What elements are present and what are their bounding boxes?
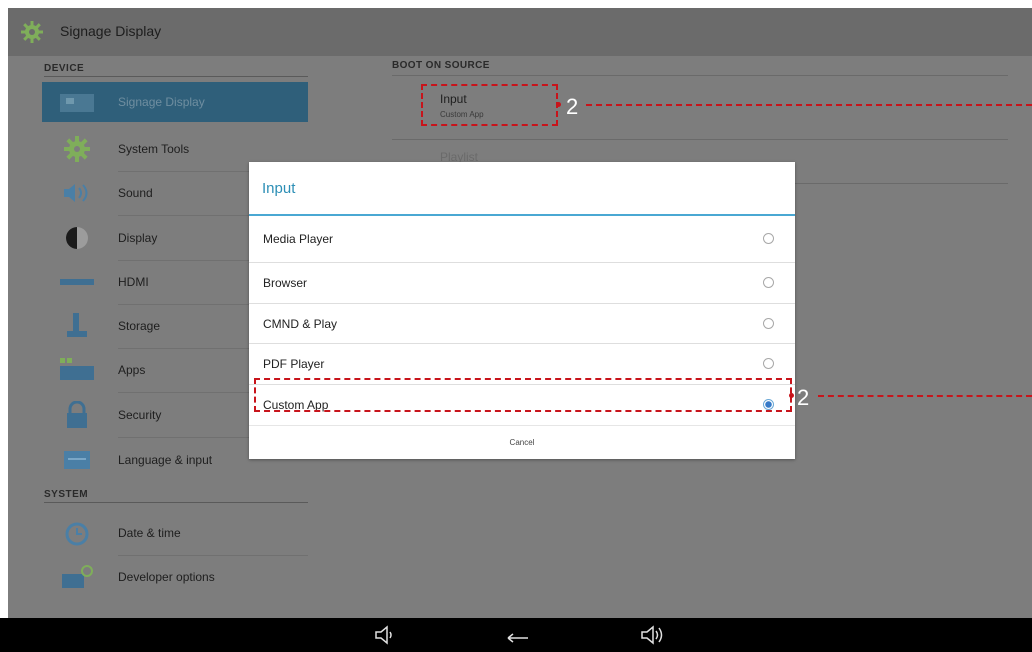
- annotation-leader-line: [818, 395, 1032, 397]
- divider: [44, 502, 308, 503]
- gear-icon: [21, 21, 43, 43]
- divider: [249, 214, 795, 216]
- contrast-icon: [66, 227, 88, 249]
- volume-down-icon[interactable]: [374, 625, 396, 645]
- clock-icon: [65, 522, 89, 546]
- sidebar-item-label: Apps: [118, 363, 146, 377]
- option-label: Browser: [263, 276, 308, 290]
- divider: [392, 75, 1008, 76]
- annotation-dot: [789, 393, 794, 398]
- sidebar-item-label: Developer options: [118, 570, 215, 584]
- annotation-number: 2: [797, 385, 810, 410]
- sidebar-item-label: Language & input: [118, 453, 213, 467]
- sidebar-item-label: Security: [118, 408, 162, 422]
- radio-button[interactable]: [763, 277, 774, 288]
- storage-icon: [67, 313, 87, 337]
- radio-button[interactable]: [763, 358, 774, 369]
- hdmi-icon: [60, 279, 94, 285]
- option-label: PDF Player: [263, 357, 325, 371]
- sidebar-item-label: Date & time: [118, 526, 181, 540]
- option-label: CMND & Play: [263, 317, 338, 331]
- annotation-leader-line: [586, 104, 1032, 106]
- sidebar-item-developer-options[interactable]: Developer options: [42, 557, 308, 597]
- section-header-device: DEVICE: [44, 63, 85, 74]
- annotation-number: 2: [566, 94, 579, 119]
- sidebar-item-label: Sound: [118, 186, 153, 200]
- option-cmnd-play[interactable]: CMND & Play: [249, 304, 795, 344]
- divider: [392, 139, 1008, 140]
- option-browser[interactable]: Browser: [249, 263, 795, 303]
- dialog-title: Input: [262, 180, 296, 197]
- action-bar: Signage Display: [8, 8, 1032, 56]
- sidebar-item-label: Display: [118, 231, 158, 245]
- option-label: Media Player: [263, 232, 334, 246]
- sidebar-item-signage-display[interactable]: Signage Display: [42, 82, 308, 122]
- system-navigation-bar: [0, 618, 1032, 652]
- divider: [118, 555, 308, 556]
- sidebar-item-label: Storage: [118, 319, 161, 333]
- display-icon: [60, 94, 94, 112]
- annotation-box-custom-app: [254, 378, 792, 412]
- back-icon[interactable]: [504, 625, 530, 645]
- annotation-dot: [556, 102, 561, 107]
- developer-icon: [62, 565, 93, 588]
- option-media-player[interactable]: Media Player: [249, 219, 795, 259]
- sidebar-item-label: System Tools: [118, 142, 190, 156]
- section-header-boot-on-source: BOOT ON SOURCE: [392, 60, 490, 71]
- volume-up-icon[interactable]: [640, 625, 664, 645]
- input-dialog: Input Media Player Browser CMND & Play P…: [249, 162, 795, 459]
- section-header-system: SYSTEM: [44, 489, 89, 500]
- lock-icon: [67, 401, 87, 428]
- radio-button[interactable]: [763, 233, 774, 244]
- sidebar-item-date-time[interactable]: Date & time: [42, 513, 308, 553]
- radio-button[interactable]: [763, 318, 774, 329]
- cancel-button[interactable]: Cancel: [249, 425, 795, 459]
- page-title: Signage Display: [60, 23, 162, 39]
- sidebar-item-label: HDMI: [118, 275, 149, 289]
- annotation-box-input: [421, 84, 558, 126]
- sidebar-item-label: Signage Display: [118, 95, 205, 109]
- speaker-icon: [64, 184, 88, 202]
- gear-icon: [64, 136, 90, 162]
- keyboard-icon: [64, 451, 90, 469]
- apps-icon: [60, 358, 94, 380]
- divider: [44, 76, 308, 77]
